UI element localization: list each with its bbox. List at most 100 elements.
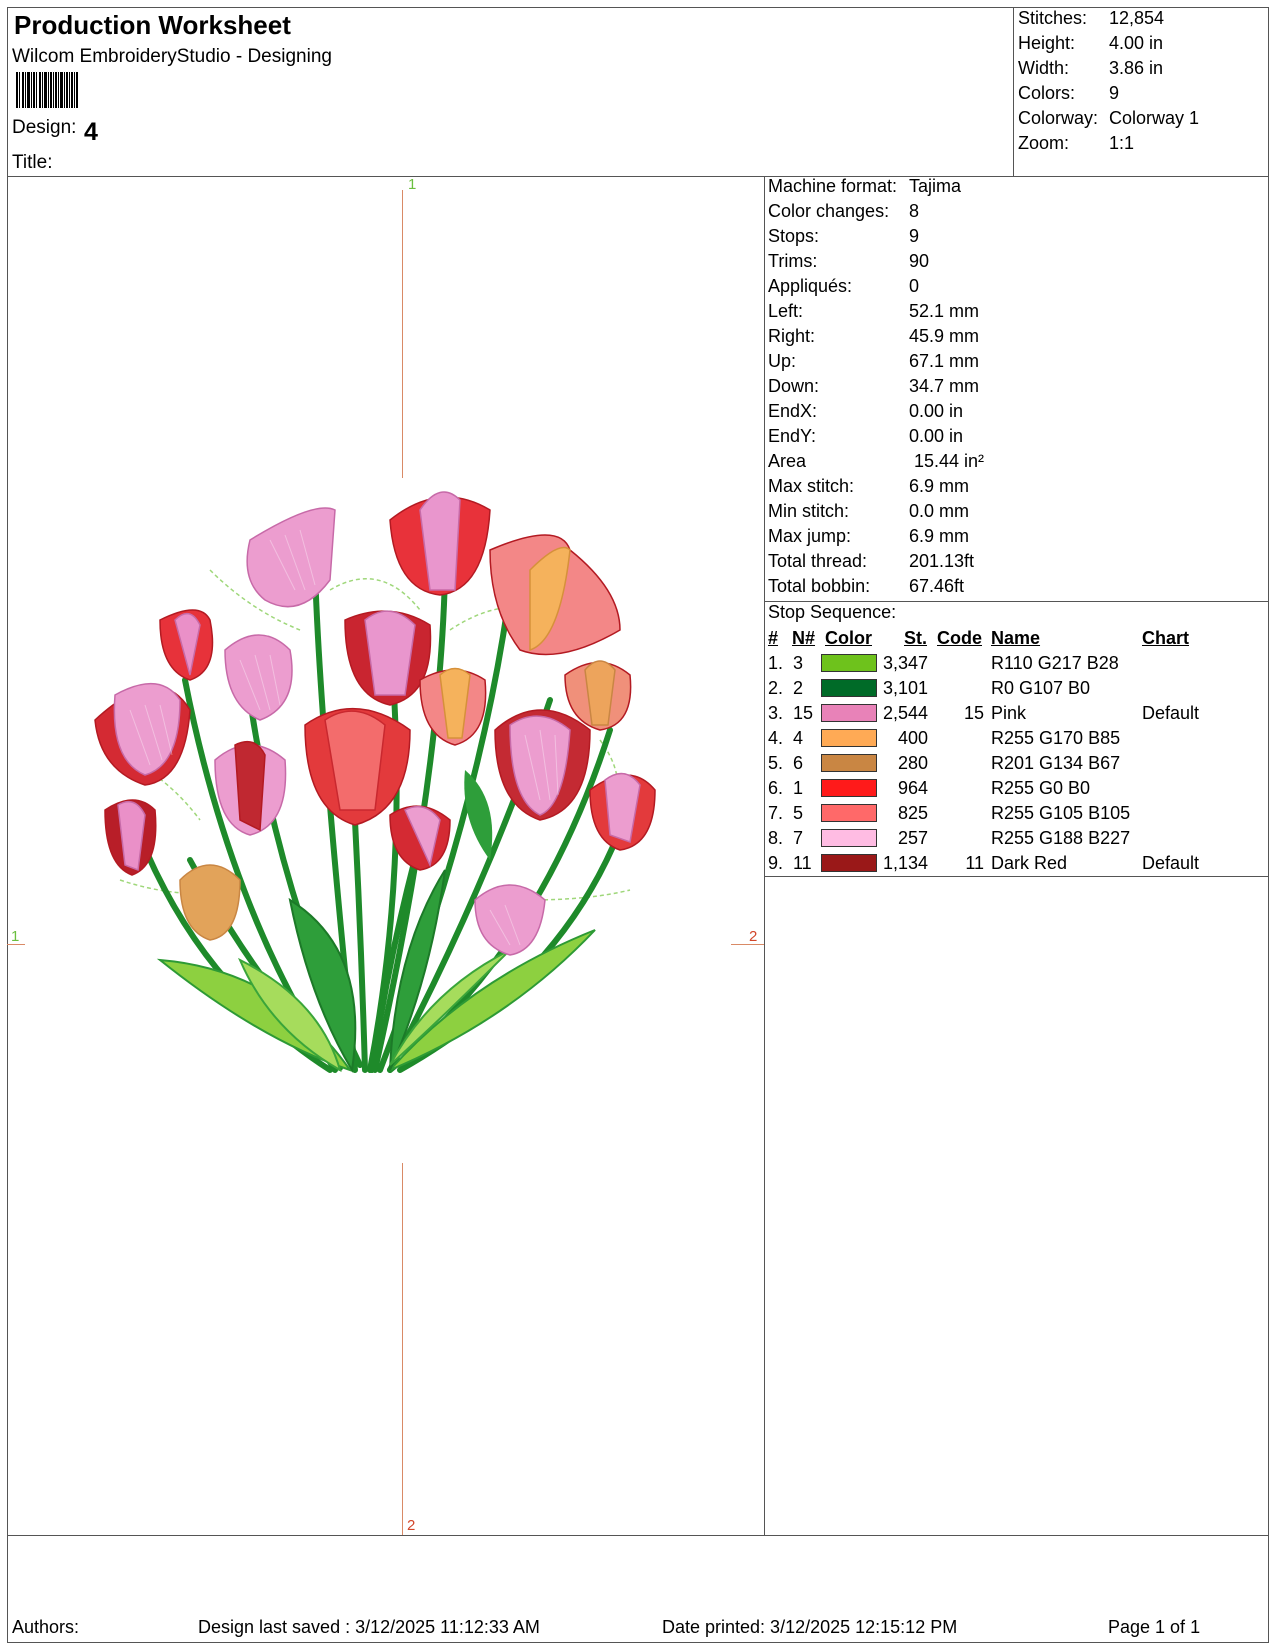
- seq-row-stitches: 2,544: [882, 703, 928, 723]
- summary-panel: Stitches: 12,854 Height: 4.00 in Width: …: [1018, 6, 1268, 166]
- summary-label: Zoom:: [1018, 133, 1070, 153]
- seq-row-num: 5.: [768, 753, 784, 773]
- detail-value: 201.13ft: [909, 551, 975, 571]
- title-label: Title:: [12, 152, 53, 173]
- color-swatch: [821, 829, 877, 847]
- sequence-divider: [764, 876, 1269, 877]
- seq-row-stitches: 257: [897, 828, 928, 848]
- detail-label: Area: [768, 451, 807, 471]
- seq-row-name: R255 G170 B85: [991, 728, 1121, 748]
- page-title: Production Worksheet: [14, 10, 291, 40]
- detail-value: 0: [909, 276, 920, 296]
- footer-authors: Authors:: [12, 1617, 80, 1637]
- seq-row-num: 9.: [768, 853, 784, 873]
- footer-last-saved: Design last saved : 3/12/2025 11:12:33 A…: [198, 1617, 540, 1637]
- seq-row-needle: 5: [793, 803, 804, 823]
- app-subtitle: Wilcom EmbroideryStudio - Designing: [12, 46, 332, 67]
- guide-marker-right: 2: [749, 928, 758, 945]
- detail-value: 6.9 mm: [909, 526, 970, 546]
- color-swatch: [821, 804, 877, 822]
- seq-row-name: R201 G134 B67: [991, 753, 1121, 773]
- seq-row-needle: 2: [793, 678, 804, 698]
- detail-value: 0.0 mm: [909, 501, 970, 521]
- details-panel: Machine format: Tajima Color changes: 8 Stop…: [768, 174, 1263, 604]
- col-header-name: Name: [991, 628, 1041, 648]
- design-label: Design:: [12, 117, 77, 138]
- seq-row-needle: 11: [793, 853, 812, 873]
- detail-value: 15.44 in²: [909, 451, 985, 471]
- summary-label: Stitches:: [1018, 8, 1088, 28]
- detail-value: 52.1 mm: [909, 301, 980, 321]
- color-swatch: [821, 654, 877, 672]
- seq-row-name: R110 G217 B28: [991, 653, 1119, 673]
- color-swatch: [821, 854, 877, 872]
- detail-label: Total bobbin:: [768, 576, 871, 596]
- detail-value: 8: [909, 201, 920, 221]
- seq-row-num: 8.: [768, 828, 784, 848]
- seq-row-stitches: 964: [897, 778, 928, 798]
- design-preview-image: [94, 491, 656, 1073]
- summary-value: 3.86 in: [1109, 58, 1164, 78]
- seq-row-stitches: 400: [897, 728, 928, 748]
- guide-line-bottom: [402, 1163, 403, 1535]
- seq-row-chart: Default: [1142, 703, 1200, 723]
- seq-row-code: 11: [965, 853, 984, 873]
- detail-label: Right:: [768, 326, 816, 346]
- seq-row-num: 6.: [768, 778, 784, 798]
- summary-value: 1:1: [1109, 133, 1135, 153]
- col-header-num: #: [768, 628, 779, 648]
- color-swatch: [821, 754, 877, 772]
- seq-row-num: 7.: [768, 803, 784, 823]
- seq-row-needle: 15: [793, 703, 814, 723]
- seq-row-name: Dark Red: [991, 853, 1068, 873]
- footer-page-number: Page 1 of 1: [1108, 1617, 1201, 1637]
- header-divider-vertical: [1013, 7, 1014, 177]
- detail-value: 0.00 in: [909, 401, 964, 421]
- color-swatch: [821, 679, 877, 697]
- seq-row-needle: 6: [793, 753, 804, 773]
- guide-line-right: [731, 944, 764, 945]
- summary-value: 12,854: [1109, 8, 1165, 28]
- detail-value: 67.1 mm: [909, 351, 980, 371]
- col-header-color: Color: [825, 628, 872, 648]
- detail-label: Min stitch:: [768, 501, 850, 521]
- col-header-needle: N#: [792, 628, 816, 648]
- seq-row-num: 2.: [768, 678, 784, 698]
- detail-label: Appliqués:: [768, 276, 853, 296]
- summary-value: 9: [1109, 83, 1120, 103]
- design-value: 4: [84, 118, 98, 146]
- detail-value: 45.9 mm: [909, 326, 980, 346]
- guide-line-top: [402, 190, 403, 478]
- stop-sequence-title: Stop Sequence:: [768, 602, 897, 622]
- color-swatch: [821, 704, 877, 722]
- col-header-code: Code: [937, 628, 982, 648]
- detail-label: Left:: [768, 301, 804, 321]
- summary-label: Colors:: [1018, 83, 1076, 103]
- detail-label: Down:: [768, 376, 820, 396]
- color-swatch: [821, 779, 877, 797]
- summary-label: Height:: [1018, 33, 1076, 53]
- seq-row-stitches: 3,347: [882, 653, 928, 673]
- seq-row-chart: Default: [1142, 853, 1200, 873]
- detail-label: Machine format:: [768, 176, 898, 196]
- guide-marker-bottom: 2: [407, 1517, 416, 1534]
- seq-row-name: R255 G105 B105: [991, 803, 1131, 823]
- summary-value: Colorway 1: [1109, 108, 1200, 128]
- summary-value: 4.00 in: [1109, 33, 1164, 53]
- detail-label: Max stitch:: [768, 476, 855, 496]
- col-header-chart: Chart: [1142, 628, 1190, 648]
- summary-label: Width:: [1018, 58, 1070, 78]
- detail-label: Stops:: [768, 226, 820, 246]
- detail-label: Total thread:: [768, 551, 868, 571]
- detail-label: EndX:: [768, 401, 818, 421]
- seq-row-needle: 4: [793, 728, 804, 748]
- seq-row-needle: 7: [793, 828, 804, 848]
- detail-value: 34.7 mm: [909, 376, 980, 396]
- detail-label: EndY:: [768, 426, 817, 446]
- seq-row-needle: 1: [793, 778, 804, 798]
- seq-row-num: 4.: [768, 728, 784, 748]
- detail-label: Up:: [768, 351, 797, 371]
- seq-row-stitches: 1,134: [882, 853, 928, 873]
- summary-label: Colorway:: [1018, 108, 1099, 128]
- seq-row-name: Pink: [991, 703, 1027, 723]
